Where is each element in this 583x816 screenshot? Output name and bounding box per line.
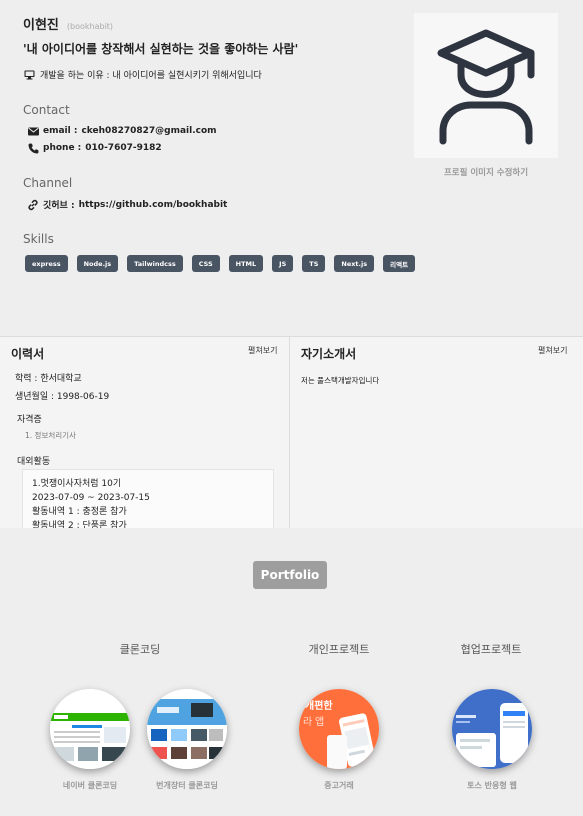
activity-line: 2023-07-09 ~ 2023-07-15	[32, 493, 150, 503]
user-motto: '내 아이디어를 창작해서 실현하는 것을 좋아하는 사람'	[23, 42, 299, 56]
project-thumb-toss[interactable]	[452, 689, 532, 769]
user-nickname: (bookhabit)	[66, 22, 114, 31]
resume-expand-button[interactable]: 펼쳐보기	[248, 345, 277, 356]
resume-section: 이력서 펼쳐보기 학력 : 한서대학교 생년월일 : 1998-06-19 자격…	[0, 336, 583, 529]
education: 학력 : 한서대학교	[15, 374, 82, 384]
cert-item: 1. 정보처리기사	[25, 431, 76, 440]
skill-chip: JS	[272, 255, 294, 272]
envelope-icon	[27, 125, 39, 137]
avatar[interactable]	[414, 13, 558, 158]
portfolio-section: Portfolio 클론코딩 개인프로젝트 협업프로젝트 개편한 라 앱 네이버…	[0, 528, 583, 816]
phone-key: phone :	[43, 143, 82, 153]
github-key: 깃허브 :	[43, 201, 75, 211]
project-thumb-naver[interactable]	[50, 689, 130, 769]
svg-text:라 앱: 라 앱	[303, 716, 324, 728]
skills-label: Skills	[23, 232, 54, 246]
skill-chip: Node.js	[76, 255, 119, 272]
phone-row: phone : 010-7607-9182	[27, 142, 162, 154]
channel-label: Channel	[23, 176, 73, 190]
graduate-user-icon	[437, 29, 535, 145]
toss-screenshot-image	[452, 689, 532, 769]
svg-text:개편한: 개편한	[305, 699, 333, 712]
project-label[interactable]: 번개장터 클론코딩	[132, 780, 242, 791]
usedgoods-screenshot-image: 개편한 라 앱	[299, 689, 379, 769]
skill-chip: express	[25, 255, 68, 272]
project-label[interactable]: 토스 반응형 웹	[437, 780, 547, 791]
intro-expand-button[interactable]: 펼쳐보기	[538, 345, 567, 356]
project-thumb-usedgoods[interactable]: 개편한 라 앱	[299, 689, 379, 769]
project-label[interactable]: 네이버 클론코딩	[35, 780, 145, 791]
name-row: 이현진 (bookhabit)	[23, 14, 113, 33]
activity-box: 1.멋쟁이사자처럼 10기 2023-07-09 ~ 2023-07-15 활동…	[22, 469, 274, 529]
category-team: 협업프로젝트	[460, 643, 522, 656]
bunjang-screenshot-image	[147, 689, 227, 769]
activity-line: 활동내역 1 : 충정론 참가	[32, 507, 127, 517]
activity-line: 1.멋쟁이사자처럼 10기	[32, 479, 122, 489]
skill-chip: TS	[302, 255, 326, 272]
link-icon	[27, 199, 39, 211]
monitor-icon	[23, 69, 35, 81]
naver-screenshot-image	[50, 689, 130, 769]
contact-label: Contact	[23, 103, 70, 117]
email-row: email : ckeh08270827@gmail.com	[27, 125, 217, 137]
email-value[interactable]: ckeh08270827@gmail.com	[81, 126, 216, 136]
phone-icon	[27, 142, 39, 154]
skills-list: express Node.js Tailwindcss CSS HTML JS …	[25, 255, 416, 272]
project-thumb-bunjang[interactable]	[147, 689, 227, 769]
github-row: 깃허브 : https://github.com/bookhabit	[27, 198, 227, 211]
phone-value: 010-7607-9182	[85, 143, 162, 153]
github-link[interactable]: https://github.com/bookhabit	[79, 200, 228, 210]
resume-title: 이력서	[11, 347, 45, 361]
profile-section: 이현진 (bookhabit) '내 아이디어를 창작해서 실현하는 것을 좋아…	[0, 0, 583, 336]
avatar-edit-button[interactable]: 프로필 이미지 수정하기	[414, 166, 558, 178]
skill-chip: 리액트	[383, 255, 416, 272]
skill-chip: Tailwindcss	[127, 255, 183, 272]
intro-panel: 자기소개서 펼쳐보기 저는 풀스택개발자입니다	[291, 337, 583, 529]
user-name: 이현진	[23, 18, 59, 33]
skill-chip: CSS	[191, 255, 220, 272]
portfolio-title: Portfolio	[253, 561, 327, 589]
project-label[interactable]: 중고거래	[284, 780, 394, 791]
skill-chip: HTML	[228, 255, 264, 272]
email-key: email :	[43, 126, 78, 136]
skill-chip: Next.js	[334, 255, 375, 272]
intro-text: 저는 풀스택개발자입니다	[301, 376, 380, 385]
category-clone: 클론코딩	[119, 643, 161, 656]
cert-label: 자격증	[17, 415, 42, 425]
birth-date: 생년월일 : 1998-06-19	[15, 392, 110, 402]
resume-panel: 이력서 펼쳐보기 학력 : 한서대학교 생년월일 : 1998-06-19 자격…	[0, 337, 290, 529]
dev-reason: 개발을 하는 이유 : 내 아이디어를 실현시키기 위해서입니다	[23, 68, 262, 81]
dev-reason-text: 개발을 하는 이유 : 내 아이디어를 실현시키기 위해서입니다	[40, 71, 262, 81]
activity-label: 대외활동	[17, 457, 51, 467]
intro-title: 자기소개서	[301, 347, 357, 361]
category-personal: 개인프로젝트	[308, 643, 370, 656]
